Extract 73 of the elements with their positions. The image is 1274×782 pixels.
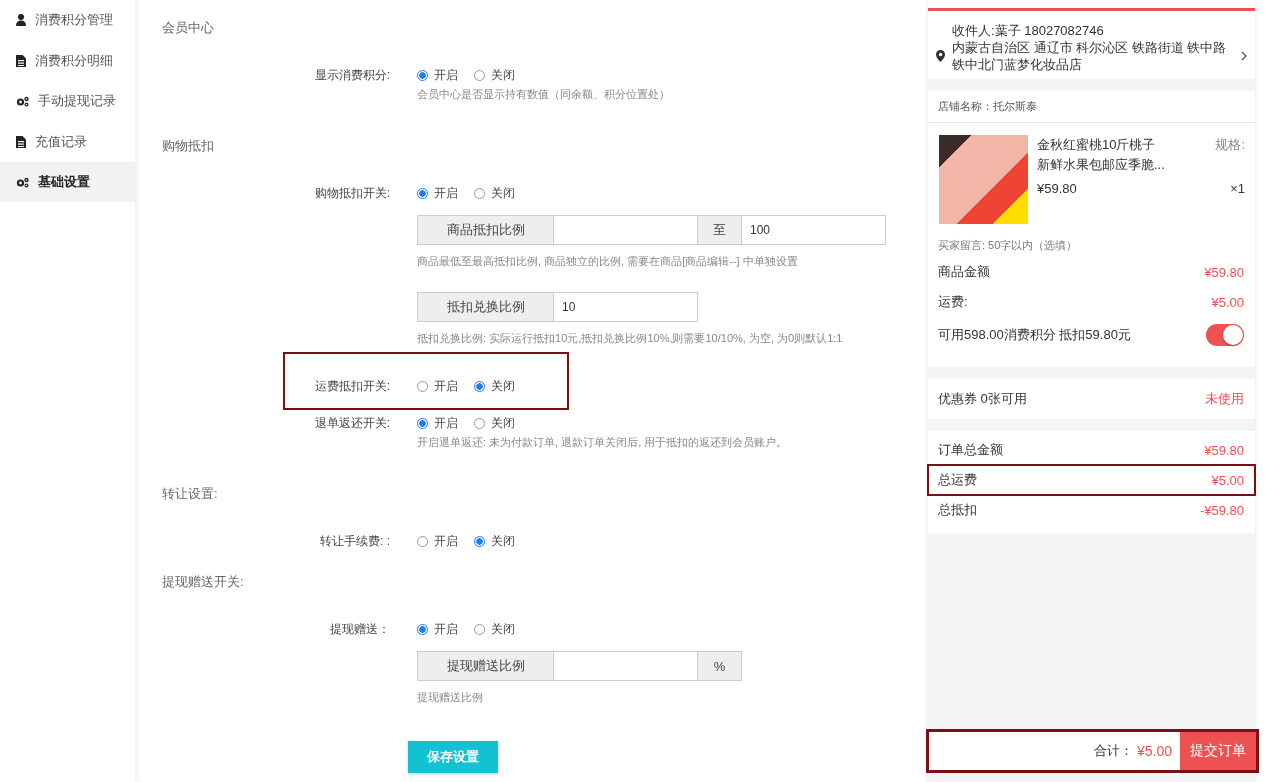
radio-option[interactable]: 关闭 xyxy=(474,184,515,202)
chevron-right-icon xyxy=(1241,51,1247,61)
input-addon: 至 xyxy=(697,215,742,245)
total-value: ¥59.80 xyxy=(1204,442,1244,458)
sidebar-item[interactable]: 手动提现记录 xyxy=(0,81,135,121)
address-text: 内蒙古自治区 通辽市 科尔沁区 铁路街道 铁中路铁中北门蓝梦化妆品店 xyxy=(952,39,1228,73)
section-title: 会员中心 xyxy=(162,19,215,37)
radio-option[interactable]: 关闭 xyxy=(474,620,515,638)
gears-icon xyxy=(16,176,29,188)
help-text: 提现赠送比例 xyxy=(417,690,484,705)
radio-option[interactable]: 开启 xyxy=(417,620,458,638)
field-label: 运费抵扣开关: xyxy=(313,378,390,395)
input-field[interactable]: 100 xyxy=(741,215,886,245)
input-addon: 提现赠送比例 xyxy=(417,651,554,681)
field-label: 显示消费积分: xyxy=(313,67,390,84)
document-icon xyxy=(16,54,26,67)
radio-option[interactable]: 关闭 xyxy=(474,414,515,432)
line-value: ¥5.00 xyxy=(1211,294,1244,310)
total-label: 合计： xyxy=(1093,742,1133,760)
product-price: ¥59.80 xyxy=(1037,180,1078,198)
input-field[interactable]: 10 xyxy=(553,292,698,322)
radio-option[interactable]: 开启 xyxy=(417,414,458,432)
total-amount: ¥5.00 xyxy=(1136,743,1172,759)
toggle-switch[interactable] xyxy=(1206,324,1244,346)
spec-label: 规格: xyxy=(1215,136,1245,154)
input-addon: % xyxy=(697,651,742,681)
help-text: 商品最低至最高抵扣比例, 商品独立的比例, 需要在商品[商品编辑--] 中单独设置 xyxy=(417,254,799,269)
total-label: 总抵扣 xyxy=(938,501,977,519)
sidebar-item[interactable]: 充值记录 xyxy=(0,121,135,162)
product-title: 金秋红蜜桃10斤桃子新鲜水果包邮应季脆... xyxy=(1037,136,1166,174)
recipient-text: 收件人:葉子 18027082746 xyxy=(952,22,1105,39)
gears-icon xyxy=(16,95,29,107)
line-label: 商品金额 xyxy=(938,263,990,281)
radio-option[interactable]: 开启 xyxy=(417,532,458,550)
section-title: 提现赠送开关: xyxy=(162,573,245,591)
section-title: 转让设置: xyxy=(162,485,219,503)
buyer-message: 买家留言: 50字以内（选填） xyxy=(937,238,1079,253)
quantity-text: ×1 xyxy=(1229,180,1245,198)
total-label: 订单总金额 xyxy=(938,441,1003,459)
radio-option[interactable]: 开启 xyxy=(417,377,458,395)
line-label: 运费: xyxy=(938,293,968,311)
coupon-status[interactable]: 未使用 xyxy=(1205,390,1244,408)
coupon-text: 优惠券 0张可用 xyxy=(938,390,1027,408)
radio-option[interactable]: 关闭 xyxy=(474,532,515,550)
total-value: ¥5.00 xyxy=(1211,472,1244,488)
help-text: 会员中心是否显示持有数值（同余额、积分位置处） xyxy=(417,87,671,102)
radio-option[interactable]: 开启 xyxy=(417,184,458,202)
input-addon: 商品抵扣比例 xyxy=(417,215,554,245)
help-text: 开启退单返还: 未为付款订单, 退款订单关闭后, 用于抵扣的返还到会员账户。 xyxy=(417,435,789,450)
help-text: 抵扣兑换比例: 实际运行抵扣10元,抵扣兑换比例10%,则需要10/10%, 为空, 为0则默认1:1 xyxy=(417,331,844,346)
input-field[interactable] xyxy=(553,651,698,681)
location-pin-icon xyxy=(936,50,945,62)
radio-option[interactable]: 关闭 xyxy=(474,66,515,84)
input-addon: 抵扣兑换比例 xyxy=(417,292,554,322)
line-value: ¥59.80 xyxy=(1204,264,1244,280)
field-label: 提现赠送： xyxy=(329,621,390,638)
points-text: 可用598.00消费积分 抵扣59.80元 xyxy=(938,326,1131,344)
total-label: 总运费 xyxy=(938,471,977,489)
sidebar-item[interactable]: 消费积分管理 xyxy=(0,0,135,40)
document-icon xyxy=(16,135,26,148)
store-name: 店铺名称：托尔斯泰 xyxy=(928,91,1255,123)
field-label: 购物抵扣开关: xyxy=(313,185,390,202)
user-icon xyxy=(16,14,26,26)
input-field[interactable] xyxy=(553,215,698,245)
radio-option[interactable]: 关闭 xyxy=(474,377,515,395)
submit-order-button[interactable]: 提交订单 xyxy=(1180,732,1256,770)
field-label: 退单返还开关: xyxy=(313,415,390,432)
sidebar-item[interactable]: 消费积分明细 xyxy=(0,40,135,81)
total-value: -¥59.80 xyxy=(1199,502,1244,518)
radio-option[interactable]: 开启 xyxy=(417,66,458,84)
section-title: 购物抵扣 xyxy=(162,137,215,155)
sidebar-item[interactable]: 基础设置 xyxy=(0,162,135,202)
field-label: 转让手续费: : xyxy=(319,533,390,550)
